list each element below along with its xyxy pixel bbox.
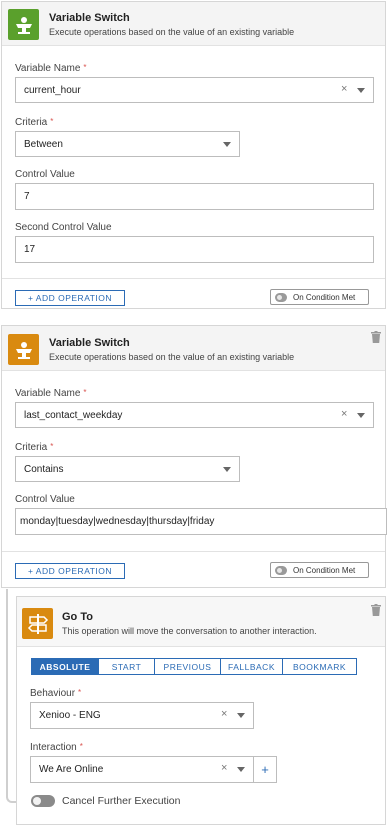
second-control-value-input[interactable]: 17 bbox=[15, 236, 374, 263]
on-condition-met-label: On Condition Met bbox=[293, 292, 356, 302]
variable-name-label: Variable Name * bbox=[15, 63, 87, 74]
criteria-select[interactable]: Contains bbox=[15, 456, 240, 482]
second-control-value-text: 17 bbox=[24, 244, 36, 255]
tab-absolute[interactable]: ABSOLUTE bbox=[31, 658, 99, 675]
criteria-label: Criteria * bbox=[15, 117, 54, 128]
interaction-label: Interaction * bbox=[30, 742, 83, 753]
trash-icon[interactable] bbox=[371, 604, 381, 616]
on-condition-met-label: On Condition Met bbox=[293, 565, 356, 575]
on-condition-met-toggle[interactable]: On Condition Met bbox=[270, 562, 369, 578]
divider bbox=[2, 278, 385, 279]
signpost-icon bbox=[22, 608, 53, 639]
control-value-label: Control Value bbox=[15, 169, 75, 180]
card-title: Go To bbox=[62, 611, 93, 623]
chevron-down-icon[interactable] bbox=[223, 142, 231, 147]
control-value-input[interactable]: 7 bbox=[15, 183, 374, 210]
second-control-value-label: Second Control Value bbox=[15, 222, 112, 233]
chevron-down-icon[interactable] bbox=[357, 88, 365, 93]
card-title: Variable Switch bbox=[49, 12, 130, 24]
add-operation-button[interactable]: + ADD OPERATION bbox=[15, 290, 125, 306]
clear-icon[interactable]: × bbox=[221, 708, 227, 720]
toggle-icon bbox=[275, 565, 287, 575]
interaction-value: We Are Online bbox=[39, 764, 104, 775]
variable-switch-icon bbox=[8, 9, 39, 40]
chevron-down-icon[interactable] bbox=[237, 767, 245, 772]
card-title: Variable Switch bbox=[49, 337, 130, 349]
control-value-text: monday|tuesday|wednesday|thursday|friday bbox=[20, 516, 215, 527]
criteria-value: Contains bbox=[24, 463, 64, 475]
goto-card: Go To This operation will move the conve… bbox=[16, 596, 386, 825]
chevron-down-icon[interactable] bbox=[357, 413, 365, 418]
chevron-down-icon[interactable] bbox=[237, 713, 245, 718]
add-operation-button[interactable]: + ADD OPERATION bbox=[15, 563, 125, 579]
tab-start[interactable]: START bbox=[98, 658, 155, 675]
cancel-execution-toggle[interactable] bbox=[31, 795, 55, 807]
variable-name-label: Variable Name * bbox=[15, 388, 87, 399]
card-header: Variable Switch Execute operations based… bbox=[2, 2, 385, 46]
variable-name-value: current_hour bbox=[24, 84, 81, 96]
card-subtitle: Execute operations based on the value of… bbox=[49, 27, 295, 37]
behaviour-value: Xenioo - ENG bbox=[39, 710, 101, 721]
behaviour-label: Behaviour * bbox=[30, 688, 82, 699]
card-subtitle: Execute operations based on the value of… bbox=[49, 352, 295, 362]
divider bbox=[2, 551, 385, 552]
clear-icon[interactable]: × bbox=[341, 408, 347, 420]
variable-switch-card-2: Variable Switch Execute operations based… bbox=[1, 325, 387, 588]
toggle-icon bbox=[275, 292, 287, 302]
card-header: Go To This operation will move the conve… bbox=[17, 597, 385, 647]
criteria-value: Between bbox=[24, 138, 63, 150]
variable-name-select[interactable]: current_hour bbox=[15, 77, 374, 103]
trash-icon[interactable] bbox=[371, 331, 381, 343]
chevron-down-icon[interactable] bbox=[223, 467, 231, 472]
card-header: Variable Switch Execute operations based… bbox=[2, 326, 385, 371]
target-tabs: ABSOLUTE START PREVIOUS FALLBACK BOOKMAR… bbox=[31, 658, 357, 675]
control-value-input[interactable]: monday|tuesday|wednesday|thursday|friday bbox=[15, 508, 387, 535]
connector-line bbox=[6, 589, 16, 803]
control-value-label: Control Value bbox=[15, 494, 75, 505]
on-condition-met-toggle[interactable]: On Condition Met bbox=[270, 289, 369, 305]
tab-previous[interactable]: PREVIOUS bbox=[154, 658, 221, 675]
cancel-execution-label: Cancel Further Execution bbox=[62, 795, 181, 807]
tab-fallback[interactable]: FALLBACK bbox=[220, 658, 283, 675]
variable-switch-icon bbox=[8, 334, 39, 365]
add-interaction-button[interactable]: + bbox=[253, 756, 277, 783]
tab-bookmark[interactable]: BOOKMARK bbox=[282, 658, 357, 675]
clear-icon[interactable]: × bbox=[341, 83, 347, 95]
control-value-text: 7 bbox=[24, 191, 30, 202]
criteria-select[interactable]: Between bbox=[15, 131, 240, 157]
clear-icon[interactable]: × bbox=[221, 762, 227, 774]
variable-name-select[interactable]: last_contact_weekday bbox=[15, 402, 374, 428]
card-subtitle: This operation will move the conversatio… bbox=[62, 626, 317, 636]
interaction-select[interactable]: We Are Online bbox=[30, 756, 269, 783]
criteria-label: Criteria * bbox=[15, 442, 54, 453]
variable-switch-card-1: Variable Switch Execute operations based… bbox=[1, 1, 386, 309]
variable-name-value: last_contact_weekday bbox=[24, 409, 123, 421]
plus-icon: + bbox=[261, 762, 269, 777]
